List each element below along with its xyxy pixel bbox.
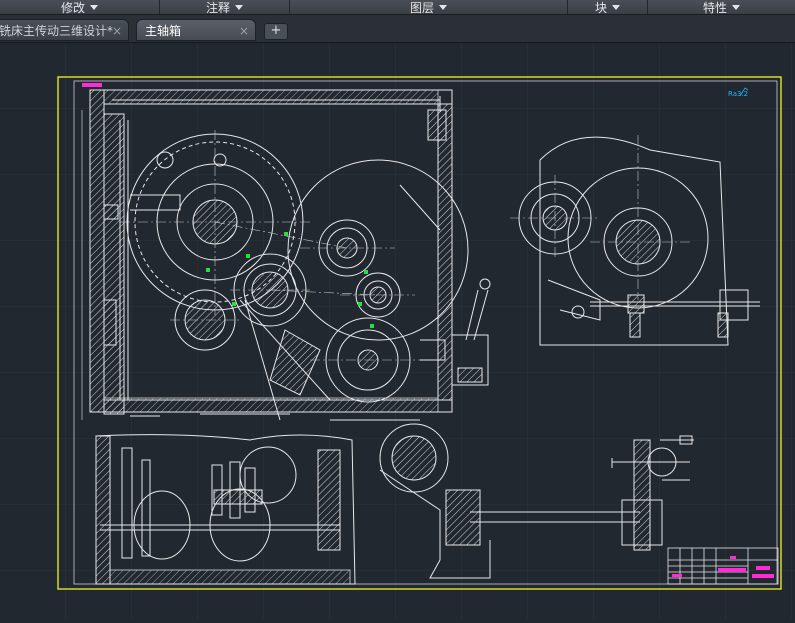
chevron-down-icon	[612, 4, 620, 10]
ribbon-block-dropdown[interactable]: 块	[568, 0, 648, 15]
cad-drawing: Ra3.2	[0, 43, 795, 619]
chevron-down-icon	[235, 4, 243, 10]
file-tab-spindle-box[interactable]: 主轴箱 ×	[136, 19, 256, 41]
tab-label: 铣床主传动三维设计*	[0, 23, 114, 38]
file-tab-milling-3d[interactable]: 铣床主传动三维设计* ×	[0, 19, 129, 41]
roughness-symbol: Ra3.2	[728, 90, 748, 98]
close-icon[interactable]: ×	[239, 24, 249, 38]
ribbon-layers-dropdown[interactable]: 图层	[290, 0, 568, 15]
file-tab-bar: 铣床主传动三维设计* × 主轴箱 × +	[0, 15, 795, 43]
tab-label: 主轴箱	[145, 23, 182, 38]
ribbon-properties-dropdown[interactable]: 特性	[648, 0, 795, 15]
chevron-down-icon	[90, 4, 98, 10]
close-icon[interactable]: ×	[112, 24, 122, 38]
ribbon-panel-bar: 修改 注释 图层 块 特性	[0, 0, 795, 15]
drawing-canvas[interactable]: Ra3.2	[0, 43, 795, 619]
new-tab-button[interactable]: +	[264, 23, 288, 40]
chevron-down-icon	[439, 4, 447, 10]
ribbon-annotate-dropdown[interactable]: 注释	[160, 0, 290, 15]
ribbon-modify-dropdown[interactable]: 修改	[0, 0, 160, 15]
chevron-down-icon	[732, 4, 740, 10]
